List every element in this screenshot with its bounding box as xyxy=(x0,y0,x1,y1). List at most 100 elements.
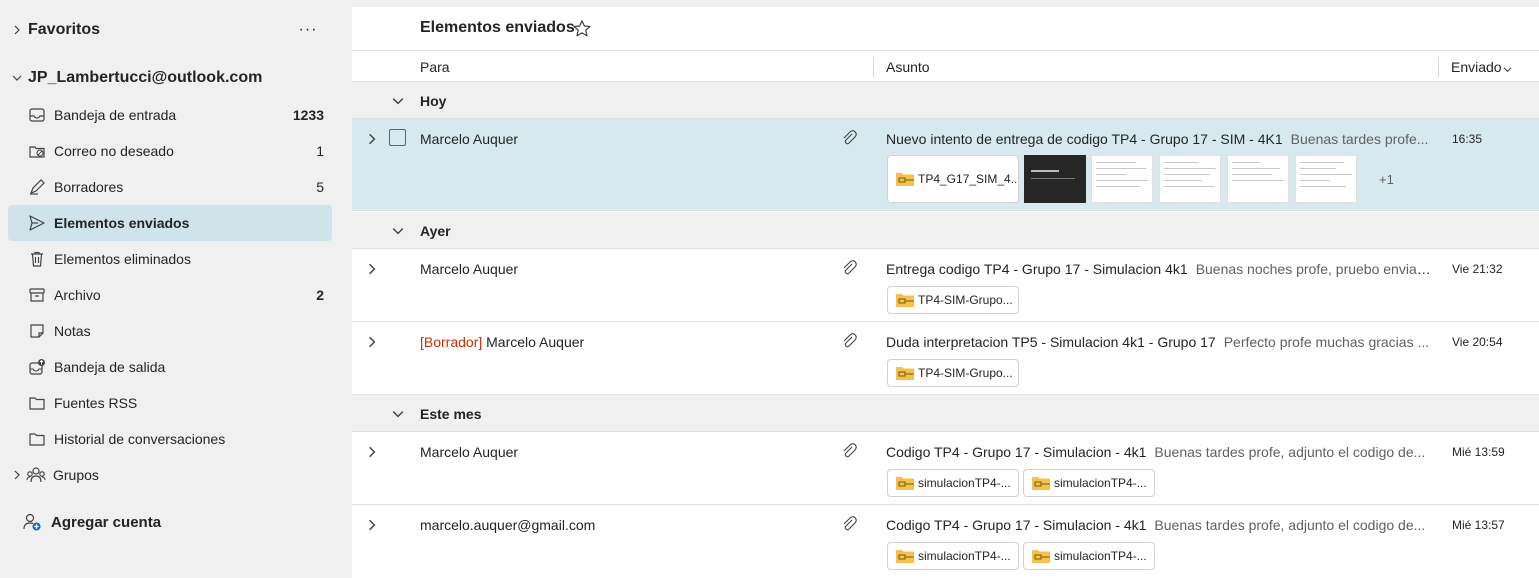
column-divider[interactable] xyxy=(1438,57,1439,77)
folder-icon xyxy=(28,394,46,412)
zip-file-icon xyxy=(896,477,914,490)
sort-chevron-down-icon[interactable] xyxy=(1503,61,1512,77)
folder-pane: Favoritos ··· JP_Lambertucci@outlook.com… xyxy=(0,0,350,578)
more-attachments-count[interactable]: +1 xyxy=(1379,172,1394,187)
chevron-right-icon[interactable] xyxy=(366,445,378,458)
attachment-chip[interactable]: simulacionTP4-... xyxy=(1023,469,1155,497)
zip-file-icon xyxy=(896,173,914,186)
attachment-thumbnail[interactable] xyxy=(1295,155,1357,203)
folder-notes[interactable]: Notas xyxy=(8,313,332,349)
junk-icon xyxy=(28,142,46,160)
add-account-label: Agregar cuenta xyxy=(51,513,162,531)
attachment-chip[interactable]: simulacionTP4-... xyxy=(887,469,1019,497)
zip-file-icon xyxy=(896,294,914,307)
subject-text: Codigo TP4 - Grupo 17 - Simulacion - 4k1 xyxy=(886,444,1147,460)
group-header-today[interactable]: Hoy xyxy=(352,82,1539,119)
chevron-down-icon[interactable] xyxy=(392,224,404,236)
attachment-thumbnail[interactable] xyxy=(1024,155,1086,203)
column-sent[interactable]: Enviado xyxy=(1451,59,1502,75)
column-subject[interactable]: Asunto xyxy=(886,59,930,75)
draft-tag: [Borrador] xyxy=(420,334,483,350)
attachment-chip[interactable]: TP4_G17_SIM_4... xyxy=(887,155,1019,203)
column-divider[interactable] xyxy=(873,57,874,77)
account-header[interactable]: JP_Lambertucci@outlook.com xyxy=(0,58,340,98)
folder-deleted[interactable]: Elementos eliminados xyxy=(8,241,332,277)
group-header-this-month[interactable]: Este mes xyxy=(352,395,1539,432)
message-row[interactable]: [Borrador] Marcelo Auquer Duda interpret… xyxy=(352,322,1539,395)
attachment-chip[interactable]: simulacionTP4-... xyxy=(1023,542,1155,570)
favorites-header[interactable]: Favoritos ··· xyxy=(0,10,340,50)
folder-outbox[interactable]: Bandeja de salida xyxy=(8,349,332,385)
attachment-thumbnail[interactable] xyxy=(1091,155,1153,203)
sent-time: Mié 13:59 xyxy=(1452,445,1505,459)
message-row[interactable]: Marcelo Auquer Entrega codigo TP4 - Grup… xyxy=(352,249,1539,322)
chevron-right-icon[interactable] xyxy=(366,262,378,275)
attachment-name: simulacionTP4-... xyxy=(1054,476,1147,490)
attachment-name: simulacionTP4-... xyxy=(918,476,1011,490)
preview-text: Buenas tardes profe... xyxy=(1290,131,1429,147)
select-checkbox[interactable] xyxy=(389,129,406,146)
folder-label: Borradores xyxy=(54,179,124,195)
folder-label: Bandeja de salida xyxy=(54,359,166,375)
group-label: Este mes xyxy=(420,406,482,422)
groups-header[interactable]: Grupos xyxy=(0,457,340,493)
preview-text: Buenas noches profe, pruebo enviar... xyxy=(1195,261,1431,277)
attachment-icon xyxy=(841,259,857,277)
favorite-star-icon[interactable] xyxy=(572,19,592,39)
folder-inbox[interactable]: Bandeja de entrada 1233 xyxy=(8,97,332,133)
attachment-thumbnail[interactable] xyxy=(1159,155,1221,203)
folder-label: Elementos eliminados xyxy=(54,251,191,267)
attachment-chip[interactable]: simulacionTP4-... xyxy=(887,542,1019,570)
chevron-down-icon[interactable] xyxy=(392,407,404,419)
recipient: marcelo.auquer@gmail.com xyxy=(420,517,596,533)
chevron-right-icon[interactable] xyxy=(11,469,23,481)
zip-file-icon xyxy=(896,550,914,563)
folder-archive[interactable]: Archivo 2 xyxy=(8,277,332,313)
item-count: 1 xyxy=(316,143,324,159)
more-options-button[interactable]: ··· xyxy=(296,20,320,40)
sent-time: Vie 21:32 xyxy=(1452,262,1503,276)
folder-junk[interactable]: Correo no deseado 1 xyxy=(8,133,332,169)
folder-drafts[interactable]: Borradores 5 xyxy=(8,169,332,205)
account-label: JP_Lambertucci@outlook.com xyxy=(28,69,263,86)
attachment-icon xyxy=(841,332,857,350)
message-row[interactable]: marcelo.auquer@gmail.com Codigo TP4 - Gr… xyxy=(352,505,1539,578)
column-to[interactable]: Para xyxy=(420,59,450,75)
chevron-right-icon[interactable] xyxy=(11,24,23,36)
folder-label: Bandeja de entrada xyxy=(54,107,177,123)
attachment-name: simulacionTP4-... xyxy=(1054,549,1147,563)
folder-label: Fuentes RSS xyxy=(54,395,138,411)
subject-text: Entrega codigo TP4 - Grupo 17 - Simulaci… xyxy=(886,261,1188,277)
zip-file-icon xyxy=(896,367,914,380)
folder-label: Correo no deseado xyxy=(54,143,174,159)
chevron-right-icon[interactable] xyxy=(366,335,378,348)
attachment-chip[interactable]: TP4-SIM-Grupo... xyxy=(887,359,1019,387)
sent-time: Mié 13:57 xyxy=(1452,518,1505,532)
add-account-button[interactable]: Agregar cuenta xyxy=(0,504,340,540)
preview-text: Perfecto profe muchas gracias ... xyxy=(1223,334,1430,350)
recipient: Marcelo Auquer xyxy=(420,131,519,147)
attachment-chip[interactable]: TP4-SIM-Grupo... xyxy=(887,286,1019,314)
subject-line: Nuevo intento de entrega de codigo TP4 -… xyxy=(886,131,1431,147)
message-row[interactable]: Marcelo Auquer Nuevo intento de entrega … xyxy=(352,119,1539,211)
folder-rss[interactable]: Fuentes RSS xyxy=(8,385,332,421)
group-header-yesterday[interactable]: Ayer xyxy=(352,212,1539,249)
chevron-right-icon[interactable] xyxy=(366,518,378,531)
message-row[interactable]: Marcelo Auquer Codigo TP4 - Grupo 17 - S… xyxy=(352,432,1539,505)
attachment-thumbnail[interactable] xyxy=(1227,155,1289,203)
outbox-icon xyxy=(28,358,46,376)
chevron-right-icon[interactable] xyxy=(366,132,378,145)
folder-sent[interactable]: Elementos enviados xyxy=(8,205,332,241)
subject-text: Duda interpretacion TP5 - Simulacion 4k1… xyxy=(886,334,1216,350)
chevron-down-icon[interactable] xyxy=(392,94,404,106)
zip-file-icon xyxy=(1032,477,1050,490)
subject-line: Codigo TP4 - Grupo 17 - Simulacion - 4k1… xyxy=(886,517,1431,533)
folder-conversation-history[interactable]: Historial de conversaciones xyxy=(8,421,332,457)
unread-count: 1233 xyxy=(292,107,324,123)
attachment-name: TP4-SIM-Grupo... xyxy=(918,293,1013,307)
chevron-down-icon[interactable] xyxy=(11,72,23,84)
folder-label: Historial de conversaciones xyxy=(54,431,226,447)
list-title-bar: Elementos enviados xyxy=(352,7,1539,51)
group-label: Ayer xyxy=(420,223,451,239)
subject-line: Duda interpretacion TP5 - Simulacion 4k1… xyxy=(886,334,1431,350)
